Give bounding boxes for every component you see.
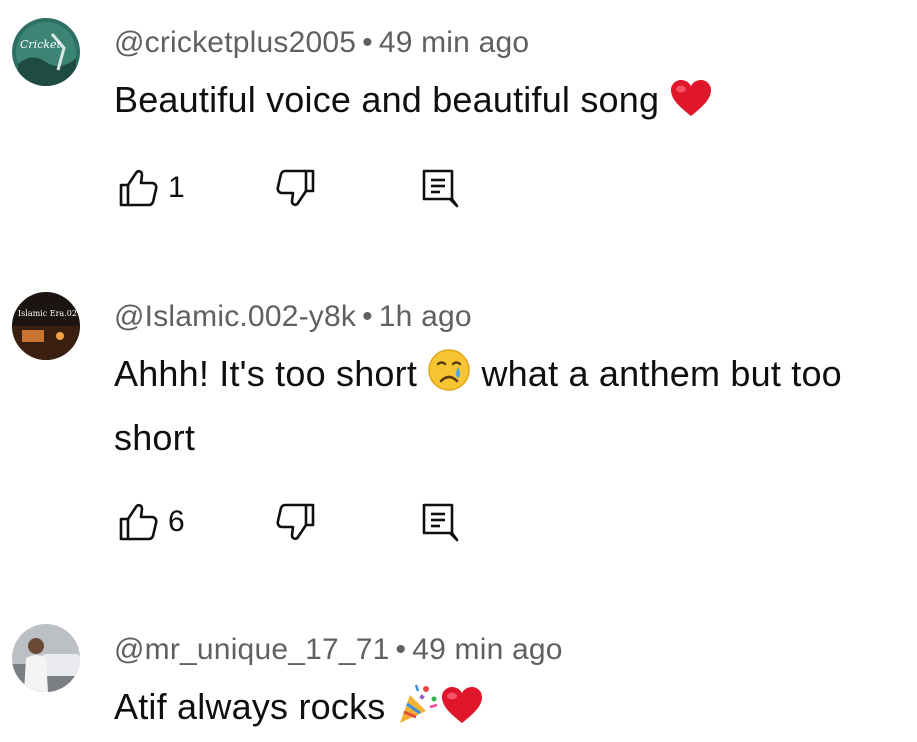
comment-1: Cricket @cricketplus2005 • 49 min ago Beau… <box>0 0 917 230</box>
comment-3: @mr_unique_17_71 • 49 min ago Atif always … <box>0 610 917 735</box>
like-count: 6 <box>168 505 185 538</box>
author-handle[interactable]: @cricketplus2005 <box>114 26 356 59</box>
comment-text: Ahhh! It's too short what a anthem but t… <box>114 345 914 467</box>
dislike-button[interactable] <box>276 502 316 542</box>
red-heart-icon <box>440 684 484 742</box>
meta-separator: • <box>362 26 373 59</box>
comment-meta: @cricketplus2005 • 49 min ago <box>114 26 529 60</box>
reply-button[interactable] <box>420 502 460 542</box>
comment-text: Atif always rocks <box>114 678 914 742</box>
comment-body-part1: Ahhh! It's too short <box>114 353 418 394</box>
comment-text: Beautiful voice and beautiful song <box>114 71 914 135</box>
timestamp: 1h ago <box>378 300 472 333</box>
reply-icon <box>420 168 460 208</box>
thumbs-down-icon <box>276 168 316 208</box>
crying-face-icon <box>427 348 471 409</box>
author-handle[interactable]: @Islamic.002-y8k <box>114 300 356 333</box>
timestamp: 49 min ago <box>412 633 563 666</box>
avatar[interactable]: Cricket <box>12 18 80 86</box>
timestamp: 49 min ago <box>378 26 530 59</box>
comment-2: Islamic Era.02 @Islamic.002-y8k • 1h ago A… <box>0 280 917 580</box>
party-popper-icon <box>396 681 440 742</box>
like-button[interactable]: 1 <box>118 168 185 208</box>
comment-body: Atif always rocks <box>114 686 386 727</box>
meta-separator: • <box>395 633 407 666</box>
avatar-logo-text: Cricket <box>20 38 62 51</box>
comment-meta: @Islamic.002-y8k • 1h ago <box>114 300 472 334</box>
author-handle[interactable]: @mr_unique_17_71 <box>114 633 390 666</box>
comment-body: Beautiful voice and beautiful song <box>114 79 660 120</box>
avatar-logo-text: Islamic Era.02 <box>18 309 77 318</box>
like-count: 1 <box>168 171 185 204</box>
dislike-button[interactable] <box>276 168 316 208</box>
reply-button[interactable] <box>420 168 460 208</box>
comment-meta: @mr_unique_17_71 • 49 min ago <box>114 633 563 667</box>
reply-icon <box>420 502 460 542</box>
avatar[interactable] <box>12 624 80 692</box>
like-button[interactable]: 6 <box>118 502 185 542</box>
thumbs-up-icon <box>118 168 158 208</box>
avatar[interactable]: Islamic Era.02 <box>12 292 80 360</box>
red-heart-icon <box>669 77 713 135</box>
meta-separator: • <box>362 300 373 333</box>
thumbs-down-icon <box>276 502 316 542</box>
thumbs-up-icon <box>118 502 158 542</box>
